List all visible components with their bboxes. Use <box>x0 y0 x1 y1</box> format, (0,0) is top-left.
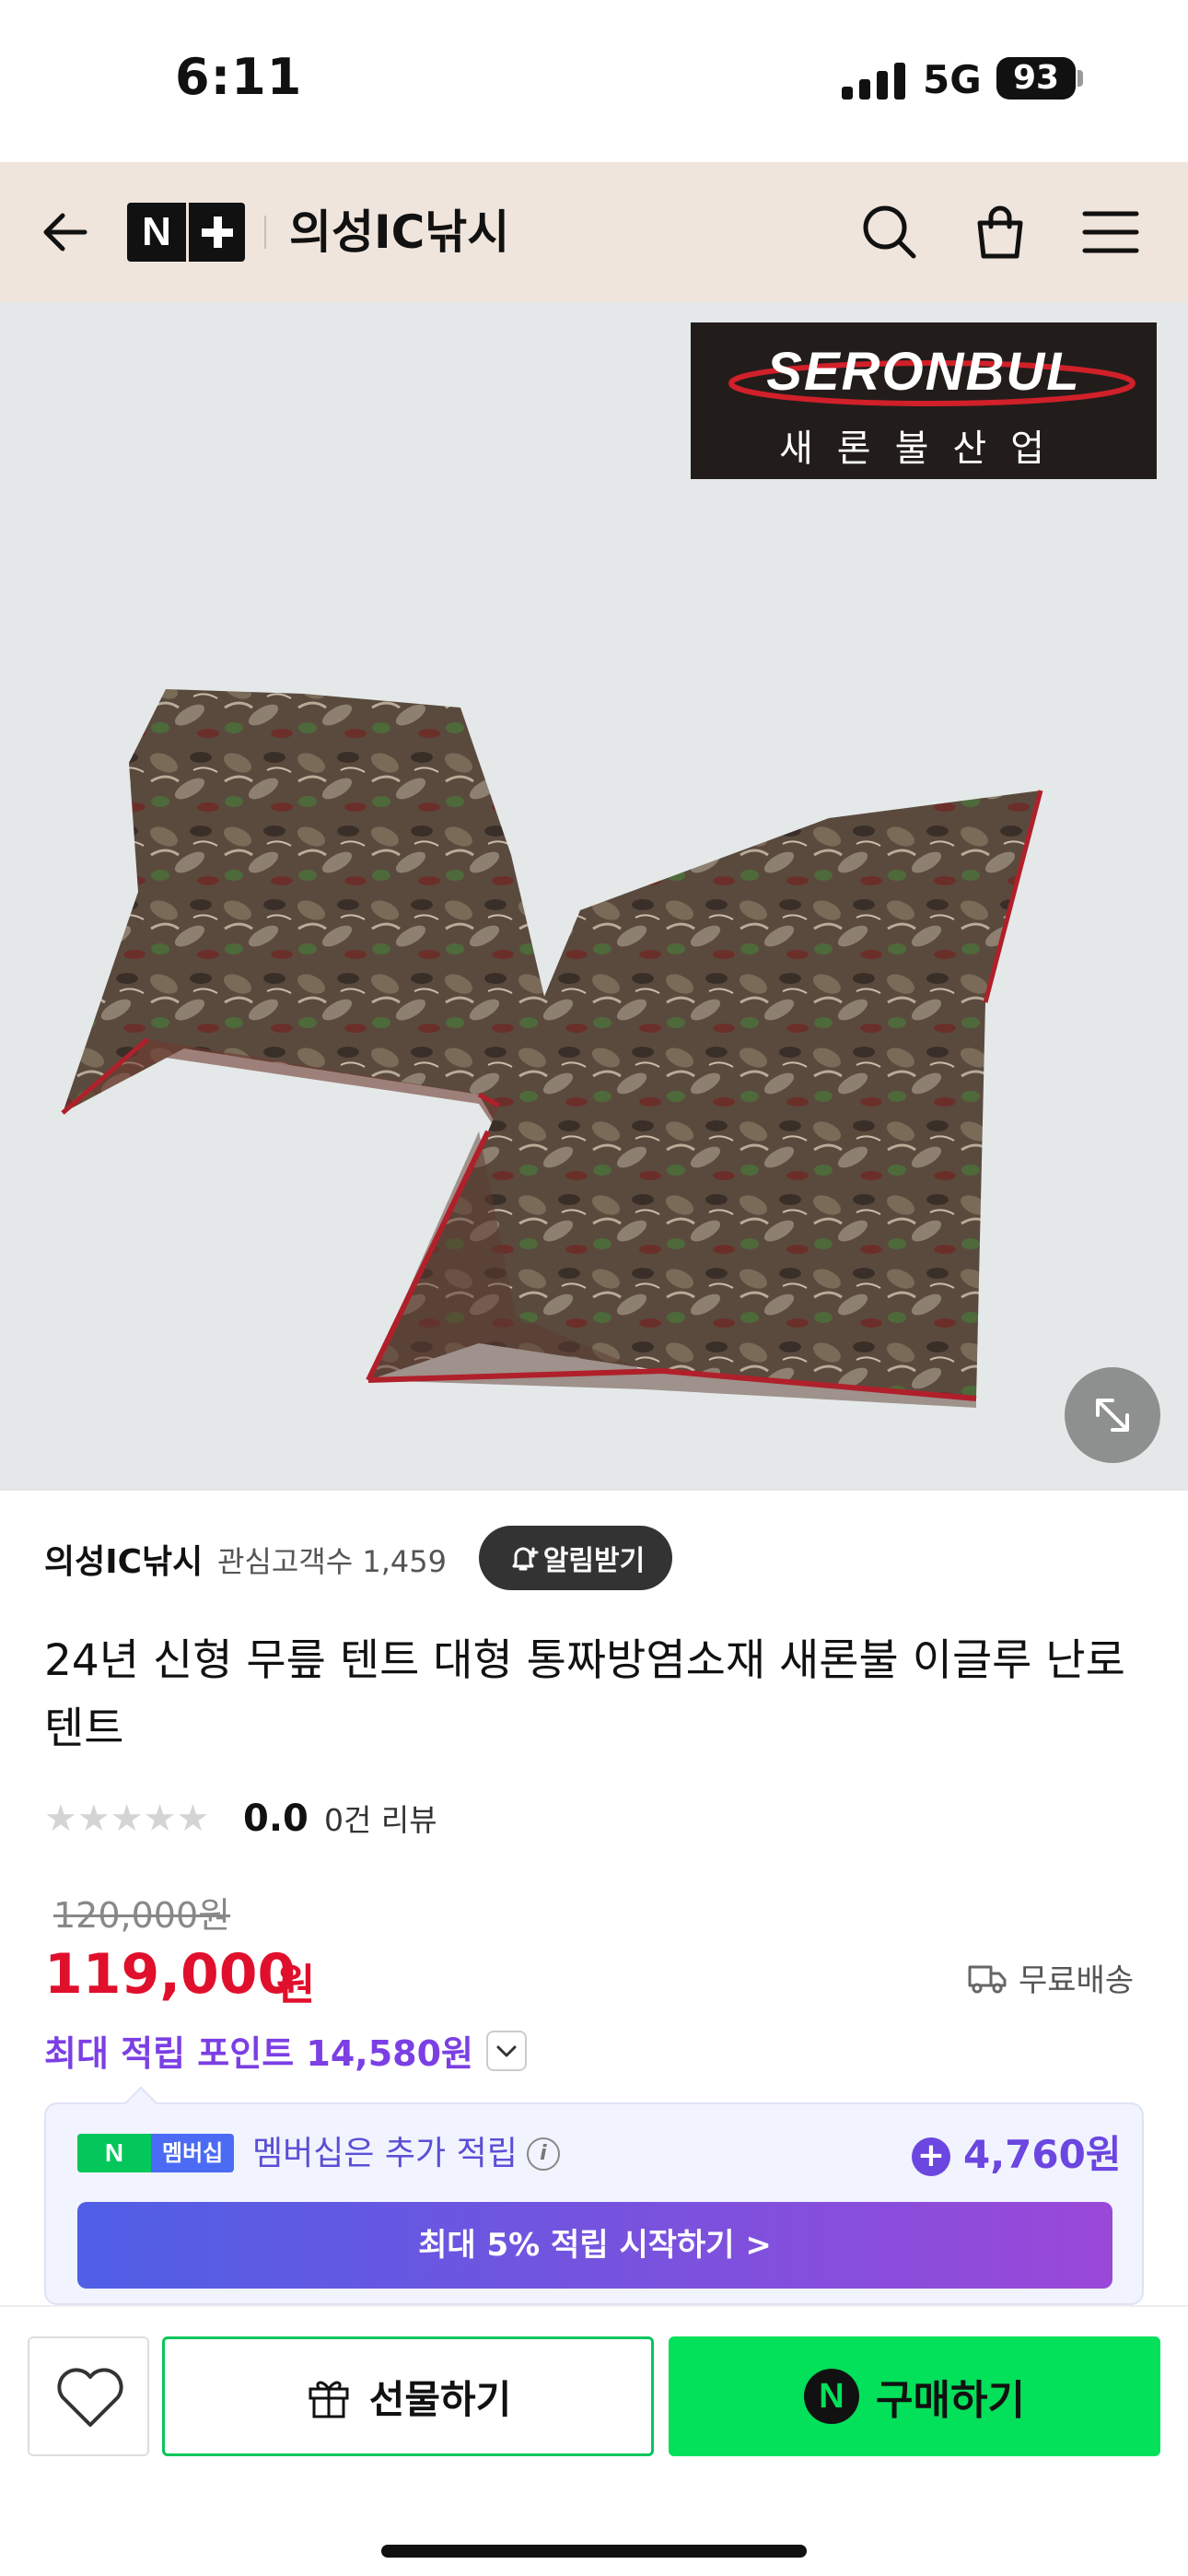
battery-icon: 93 <box>996 57 1076 100</box>
shopping-bag-icon[interactable] <box>967 199 1033 265</box>
review-count[interactable]: 0건 리뷰 <box>324 1800 437 1841</box>
status-bar: 6:11 5G 93 <box>0 0 1188 162</box>
membership-amount: 4,760원 <box>963 2132 1122 2177</box>
membership-badge-label: 멤버십 <box>151 2134 235 2172</box>
shipping-label: 무료배송 <box>1019 1962 1135 1999</box>
status-time: 6:11 <box>175 48 303 106</box>
expand-icon <box>1096 1399 1129 1432</box>
sale-price: 119,000 <box>44 1942 297 2007</box>
membership-start-button[interactable]: 최대 5% 적립 시작하기 > <box>77 2202 1112 2289</box>
star-icon: ★ <box>44 1797 77 1840</box>
signal-icon <box>842 63 905 100</box>
rating-stars: ★ ★ ★ ★ ★ <box>44 1797 209 1841</box>
max-points[interactable]: 최대 적립 포인트 14,580원 <box>44 2025 528 2076</box>
logo-n: N <box>142 209 171 254</box>
bottom-action-bar: 선물하기 N 구매하기 <box>0 2305 1188 2576</box>
fan-count: 관심고객수 1,459 <box>217 1544 447 1579</box>
product-image[interactable]: SERONBUL 새론불산업 <box>0 302 1188 1491</box>
store-header: N 의성IC낚시 <box>0 162 1188 302</box>
naver-plus-logo[interactable]: N <box>127 203 245 262</box>
buy-button[interactable]: N 구매하기 <box>669 2336 1160 2456</box>
gift-button[interactable]: 선물하기 <box>162 2336 654 2456</box>
star-icon: ★ <box>76 1797 111 1840</box>
gift-icon <box>309 2381 349 2418</box>
membership-text-label: 멤버십은 추가 적립 <box>252 2135 518 2172</box>
shipping-info: 무료배송 <box>967 1955 1134 2000</box>
plus-icon: + <box>912 2137 950 2176</box>
currency-unit: 원 <box>276 1960 316 2009</box>
membership-badge: N 멤버십 <box>77 2134 235 2172</box>
chevron-down-icon[interactable] <box>486 2030 528 2071</box>
header-store-name[interactable]: 의성IC낚시 <box>289 203 509 262</box>
tent-illustration <box>61 689 1043 1408</box>
membership-badge-n: N <box>77 2134 151 2172</box>
star-icon: ★ <box>176 1797 210 1840</box>
network-label: 5G <box>923 57 982 102</box>
naver-n-icon: N <box>804 2369 860 2424</box>
logo-plus-icon <box>186 203 245 262</box>
points-label: 최대 적립 포인트 14,580원 <box>44 2033 474 2074</box>
star-icon: ★ <box>143 1797 177 1840</box>
back-arrow-icon[interactable] <box>37 203 96 262</box>
battery-tip <box>1077 70 1083 87</box>
bell-plus-icon <box>512 1547 539 1571</box>
menu-icon[interactable] <box>1077 199 1144 265</box>
info-store-name[interactable]: 의성IC낚시 <box>44 1535 203 1583</box>
rating-value: 0.0 <box>243 1797 309 1840</box>
truck-icon <box>968 1965 1007 1993</box>
product-title: 24년 신형 무릎 텐트 대형 통짜방염소재 새론불 이글루 난로텐트 <box>44 1635 1125 1754</box>
membership-text: 멤버십은 추가 적립 i <box>252 2132 560 2176</box>
wishlist-button[interactable] <box>28 2336 149 2456</box>
membership-box: N 멤버십 멤버십은 추가 적립 i + 4,760원 최대 5% 적립 시작하… <box>44 2102 1144 2305</box>
star-icon: ★ <box>110 1797 144 1840</box>
alarm-label: 알림받기 <box>542 1545 646 1577</box>
header-divider <box>264 216 266 249</box>
home-indicator[interactable] <box>381 2545 807 2558</box>
brand-name-ko: 새론불산업 <box>779 427 1068 470</box>
search-icon[interactable] <box>856 199 923 265</box>
info-icon[interactable]: i <box>526 2137 560 2171</box>
brand-name-en: SERONBUL <box>766 342 1081 402</box>
expand-image-button[interactable] <box>1065 1367 1160 1463</box>
gift-label: 선물하기 <box>368 2376 512 2422</box>
alarm-button[interactable]: 알림받기 <box>479 1526 672 1590</box>
brand-logo-box: SERONBUL 새론불산업 <box>691 322 1157 479</box>
heart-icon <box>57 2368 123 2427</box>
buy-label: 구매하기 <box>876 2377 1025 2424</box>
original-price: 120,000원 <box>53 1895 231 1936</box>
